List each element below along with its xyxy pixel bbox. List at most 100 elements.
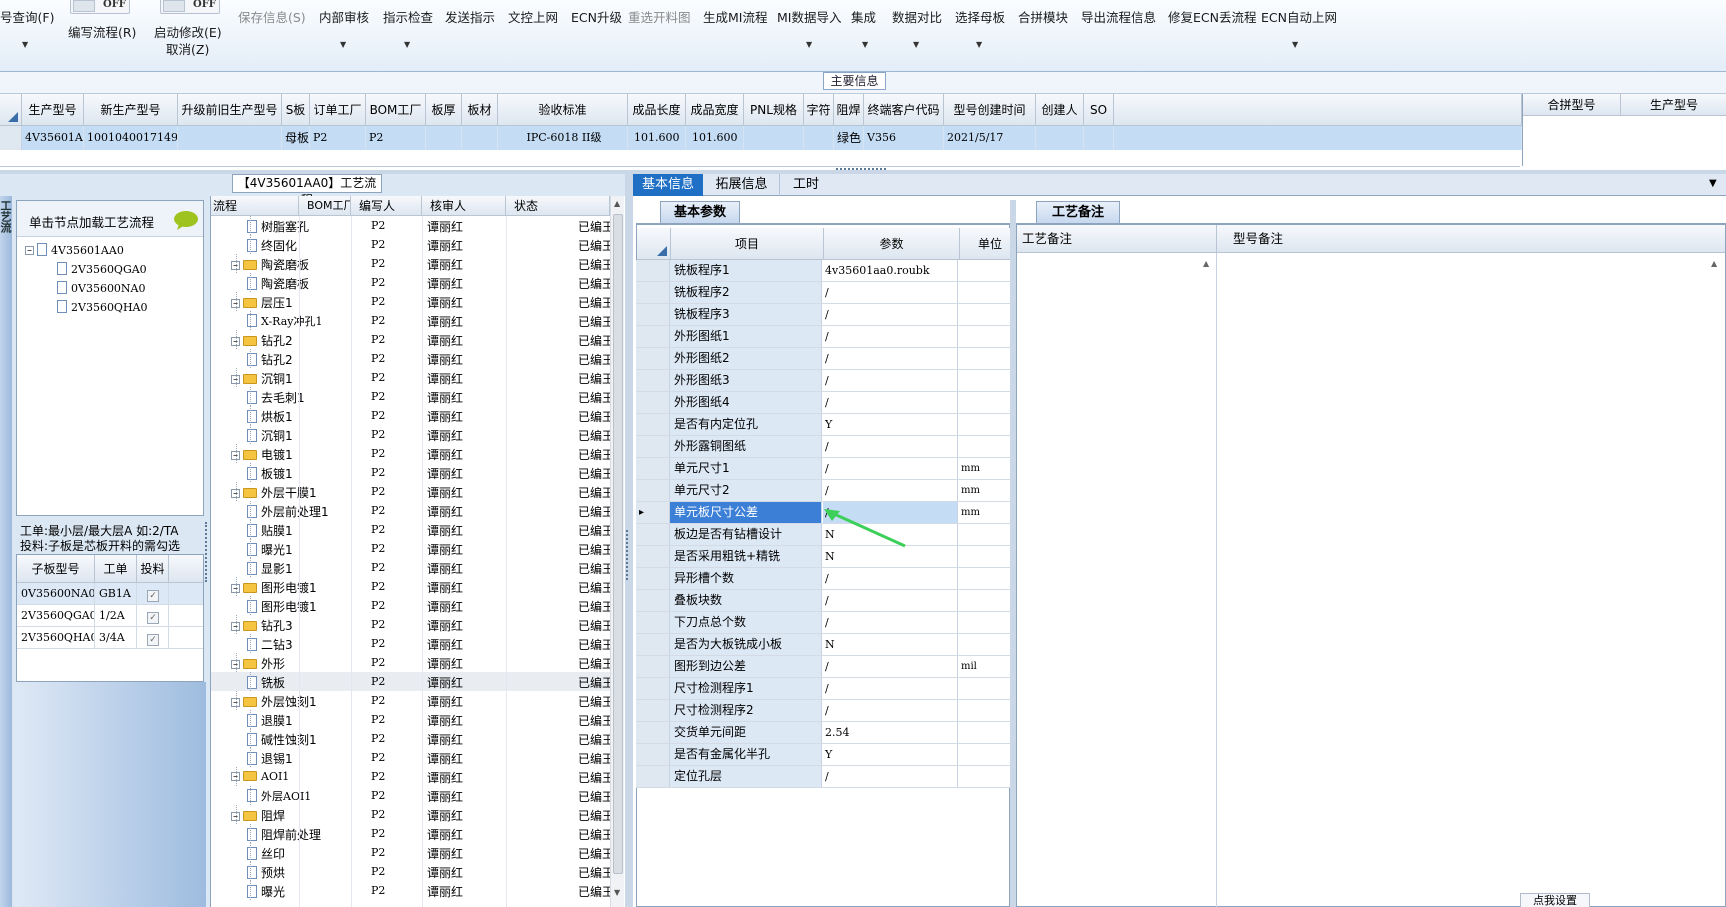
flow-status[interactable]: 已编王 bbox=[578, 560, 610, 577]
params-col-header[interactable]: 项目 bbox=[671, 228, 824, 260]
row-selector[interactable] bbox=[636, 766, 670, 787]
param-row[interactable]: 外形图纸3/Y bbox=[636, 370, 1044, 392]
flow-writer[interactable]: 谭丽红 bbox=[427, 598, 463, 615]
param-row[interactable]: 是否有金属化半孔YY bbox=[636, 744, 1044, 766]
mi-import-button[interactable]: MI数据导入 bbox=[777, 7, 841, 26]
param-row[interactable]: 尺寸检测程序1/Y bbox=[636, 678, 1044, 700]
flow-scrollbar[interactable]: ▲ ▼ bbox=[610, 196, 624, 907]
flow-bom[interactable]: P2 bbox=[371, 846, 385, 859]
flow-bom[interactable]: P2 bbox=[371, 428, 385, 441]
send-button[interactable]: 发送指示 bbox=[445, 7, 495, 26]
flow-tree-node[interactable]: 阻焊前处理 bbox=[247, 826, 321, 843]
flow-bom[interactable]: P2 bbox=[371, 371, 385, 384]
row-selector[interactable] bbox=[636, 744, 670, 765]
flow-status[interactable]: 已编王 bbox=[578, 750, 610, 767]
main-cell[interactable]: P2 bbox=[366, 126, 426, 150]
speech-bubble-icon[interactable] bbox=[173, 210, 199, 230]
flow-bom[interactable]: P2 bbox=[371, 713, 385, 726]
main-col-header[interactable]: SO bbox=[1084, 94, 1114, 126]
param-value[interactable]: / bbox=[823, 282, 958, 303]
flow-status[interactable]: 已编王 bbox=[578, 864, 610, 881]
flow-writer[interactable]: 谭丽红 bbox=[427, 541, 463, 558]
flow-tree-node[interactable]: − 阻焊 bbox=[231, 807, 285, 824]
flow-writer[interactable]: 谭丽红 bbox=[427, 788, 463, 805]
flow-tree-node[interactable]: 显影1 bbox=[247, 560, 293, 577]
flow-status[interactable]: 已编王 bbox=[578, 788, 610, 805]
flow-writer[interactable]: 谭丽红 bbox=[427, 218, 463, 235]
row-selector[interactable] bbox=[636, 458, 670, 479]
flow-writer[interactable]: 谭丽红 bbox=[427, 655, 463, 672]
scroll-up-icon[interactable]: ▲ bbox=[614, 199, 620, 208]
param-row[interactable]: 单元尺寸1/mmY bbox=[636, 458, 1044, 480]
param-value[interactable]: / bbox=[823, 766, 958, 787]
flow-bom[interactable]: P2 bbox=[371, 808, 385, 821]
chevron-down-icon[interactable]: ▼ bbox=[806, 40, 812, 49]
reselect-image-button[interactable]: 重选开料图 bbox=[628, 7, 691, 26]
flow-bom[interactable]: P2 bbox=[371, 656, 385, 669]
param-row[interactable]: 定位孔层/Y bbox=[636, 766, 1044, 788]
sub-board-model[interactable]: 2V3560QHA0 bbox=[17, 627, 95, 649]
flow-bom[interactable]: P2 bbox=[371, 561, 385, 574]
flow-status[interactable]: 已编王 bbox=[578, 674, 610, 691]
flow-status[interactable]: 已编王 bbox=[578, 484, 610, 501]
param-row[interactable]: 外形图纸1/Y bbox=[636, 326, 1044, 348]
main-col-header[interactable]: 字符 bbox=[804, 94, 834, 126]
param-value[interactable]: 2.54 bbox=[823, 722, 958, 743]
main-cell[interactable] bbox=[462, 126, 498, 150]
param-value[interactable]: / bbox=[823, 326, 958, 347]
tab-work-hours[interactable]: 工时 bbox=[781, 174, 831, 196]
flow-writer[interactable]: 谭丽红 bbox=[427, 617, 463, 634]
chevron-down-icon[interactable]: ▼ bbox=[862, 40, 868, 49]
flow-tree-node[interactable]: 图形电镀1 bbox=[247, 598, 317, 615]
flow-tree-node[interactable]: − 外层干膜1 bbox=[231, 484, 317, 501]
auto-modify-toggle[interactable]: OFF bbox=[160, 0, 220, 14]
flow-writer[interactable]: 谭丽红 bbox=[427, 275, 463, 292]
param-row[interactable]: 外形图纸4/Y bbox=[636, 392, 1044, 414]
flow-status[interactable]: 已编王 bbox=[578, 541, 610, 558]
scroll-up-icon[interactable]: ▲ bbox=[1711, 259, 1717, 268]
flow-status[interactable]: 已编王 bbox=[578, 237, 610, 254]
flow-status[interactable]: 已编王 bbox=[578, 826, 610, 843]
main-cell[interactable] bbox=[426, 126, 462, 150]
flow-bom[interactable]: P2 bbox=[371, 409, 385, 422]
flow-bom[interactable]: P2 bbox=[371, 523, 385, 536]
flow-bom[interactable]: P2 bbox=[371, 618, 385, 631]
flow-writer[interactable]: 谭丽红 bbox=[427, 693, 463, 710]
cancel-button[interactable]: 取消(Z) bbox=[166, 39, 209, 58]
param-value[interactable]: / bbox=[823, 568, 958, 589]
flow-bom[interactable]: P2 bbox=[371, 542, 385, 555]
generate-mi-button[interactable]: 生成MI流程 bbox=[703, 7, 767, 26]
flow-tree-node[interactable]: 预烘 bbox=[247, 864, 285, 881]
main-col-header[interactable]: 阻焊 bbox=[834, 94, 864, 126]
flow-bom[interactable]: P2 bbox=[371, 504, 385, 517]
param-value[interactable]: / bbox=[823, 370, 958, 391]
flow-bom[interactable]: P2 bbox=[371, 447, 385, 460]
row-selector[interactable] bbox=[636, 348, 670, 369]
flow-bom[interactable]: P2 bbox=[371, 276, 385, 289]
param-value[interactable]: / bbox=[823, 678, 958, 699]
flow-tree-node[interactable]: 铣板 bbox=[247, 674, 285, 691]
flow-col-header[interactable]: 核审人 bbox=[422, 196, 506, 216]
flow-status[interactable]: 已编王 bbox=[578, 503, 610, 520]
main-cell[interactable]: 母板 bbox=[282, 126, 310, 150]
flow-writer[interactable]: 谭丽红 bbox=[427, 446, 463, 463]
main-col-header[interactable]: S板 bbox=[282, 94, 310, 126]
flow-status[interactable]: 已编王 bbox=[578, 256, 610, 273]
flow-bom[interactable]: P2 bbox=[371, 637, 385, 650]
flow-status[interactable]: 已编王 bbox=[578, 522, 610, 539]
param-row[interactable]: 下刀点总个数/Y bbox=[636, 612, 1044, 634]
sub-col-header[interactable]: 工单 bbox=[95, 555, 137, 583]
ecn-auto-online-button[interactable]: ECN自动上网 bbox=[1261, 7, 1337, 26]
flow-writer[interactable]: 谭丽红 bbox=[427, 579, 463, 596]
main-cell[interactable]: 2021/5/17 bbox=[944, 126, 1036, 150]
main-col-header[interactable]: BOM工厂 bbox=[366, 94, 426, 126]
main-cell[interactable]: 101.600 bbox=[628, 126, 686, 150]
flow-tree-node[interactable]: 烘板1 bbox=[247, 408, 293, 425]
flow-col-header[interactable]: 流程 bbox=[211, 196, 299, 216]
param-value[interactable]: / bbox=[823, 700, 958, 721]
flow-tree-node[interactable]: − 钻孔2 bbox=[231, 332, 293, 349]
flow-status[interactable]: 已编王 bbox=[578, 294, 610, 311]
flow-writer[interactable]: 谭丽红 bbox=[427, 256, 463, 273]
save-info-button[interactable]: 保存信息(S) bbox=[238, 7, 306, 26]
flow-status[interactable]: 已编王 bbox=[578, 712, 610, 729]
